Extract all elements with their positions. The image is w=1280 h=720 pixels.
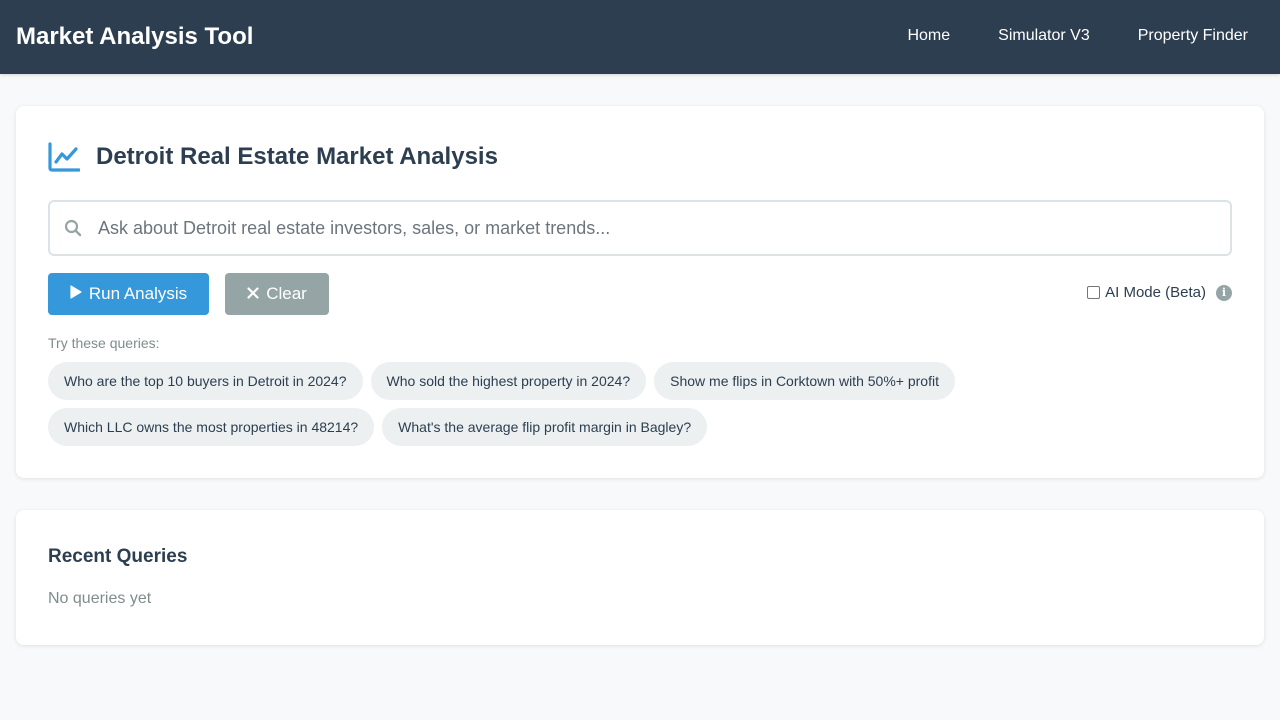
clear-button[interactable]: Clear bbox=[225, 273, 329, 315]
play-icon bbox=[70, 284, 82, 304]
suggestion-chip[interactable]: What's the average flip profit margin in… bbox=[382, 408, 708, 446]
recent-queries-card: Recent Queries No queries yet bbox=[16, 510, 1264, 645]
nav-link-home[interactable]: Home bbox=[891, 27, 966, 45]
suggestion-chip[interactable]: Who are the top 10 buyers in Detroit in … bbox=[48, 362, 363, 400]
run-analysis-button[interactable]: Run Analysis bbox=[48, 273, 209, 315]
ai-mode-label[interactable]: AI Mode (Beta) bbox=[1105, 284, 1206, 301]
recent-queries-title: Recent Queries bbox=[48, 546, 188, 567]
clear-label: Clear bbox=[266, 284, 307, 303]
nav-link-property-finder[interactable]: Property Finder bbox=[1122, 27, 1264, 45]
analysis-card: Detroit Real Estate Market Analysis Run … bbox=[16, 106, 1264, 478]
info-icon[interactable]: i bbox=[1216, 284, 1232, 301]
search-icon bbox=[64, 219, 82, 237]
line-chart-icon bbox=[48, 142, 81, 172]
close-icon bbox=[247, 284, 259, 304]
suggestion-row: Who are the top 10 buyers in Detroit in … bbox=[48, 362, 963, 400]
ai-mode-checkbox[interactable] bbox=[1087, 286, 1101, 299]
search-box[interactable] bbox=[48, 200, 1232, 256]
card-header: Detroit Real Estate Market Analysis bbox=[48, 142, 498, 172]
search-input[interactable] bbox=[98, 202, 1230, 254]
recent-queries-empty: No queries yet bbox=[48, 590, 152, 607]
page-title: Detroit Real Estate Market Analysis bbox=[96, 143, 498, 170]
suggestion-row: Which LLC owns the most properties in 48… bbox=[48, 408, 715, 446]
nav-link-simulator[interactable]: Simulator V3 bbox=[982, 27, 1106, 45]
ai-mode-toggle: AI Mode (Beta) i bbox=[1087, 284, 1232, 301]
suggestion-chip[interactable]: Show me flips in Corktown with 50%+ prof… bbox=[654, 362, 955, 400]
brand-title[interactable]: Market Analysis Tool bbox=[16, 23, 253, 51]
nav-links: Home Simulator V3 Property Finder bbox=[875, 0, 1264, 74]
try-queries-label: Try these queries: bbox=[48, 335, 160, 351]
suggestion-chip[interactable]: Which LLC owns the most properties in 48… bbox=[48, 408, 375, 446]
navbar: Market Analysis Tool Home Simulator V3 P… bbox=[0, 0, 1280, 74]
suggestion-chip[interactable]: Who sold the highest property in 2024? bbox=[370, 362, 647, 400]
run-analysis-label: Run Analysis bbox=[88, 284, 188, 303]
